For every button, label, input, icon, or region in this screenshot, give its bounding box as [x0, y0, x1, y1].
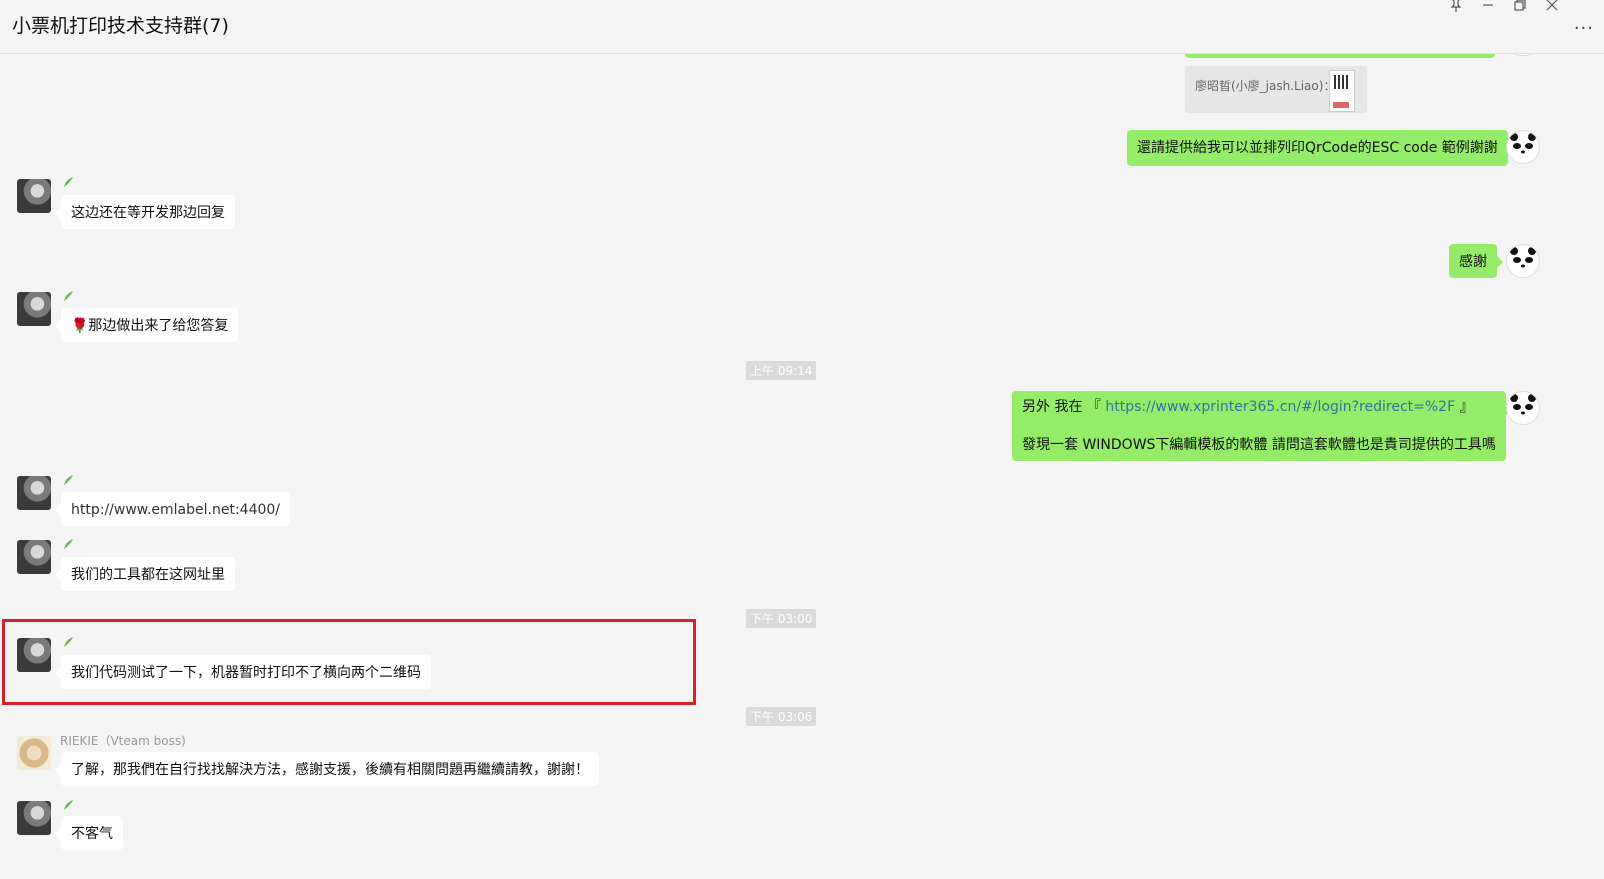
message-bubble[interactable]: 这边还在等开发那边回复	[55, 195, 235, 229]
message-line-2: 發現一套 WINDOWS下編輯模板的軟體 請問這套軟體也是貴司提供的工具嗎	[1022, 437, 1496, 453]
panda-icon	[1510, 247, 1536, 268]
leaf-icon	[62, 799, 74, 814]
chat-title: 小票机打印技术支持群(7)	[12, 15, 229, 37]
user-avatar[interactable]	[17, 179, 51, 213]
close-icon[interactable]	[1540, 0, 1564, 16]
message-text: 了解，那我們在自行找找解決方法，感謝支援，後續有相關問題再繼續請教，謝謝！	[71, 762, 589, 778]
timestamp: 下午 03:00	[746, 609, 817, 628]
highlight-box	[2, 619, 696, 705]
user-avatar[interactable]	[17, 540, 51, 574]
message-bubble[interactable]: 我们的工具都在这网址里	[55, 557, 235, 591]
qr-pattern-icon	[1334, 75, 1348, 89]
leaf-icon	[62, 538, 74, 553]
quoted-message[interactable]: 廖昭晢(小廖_jash.Liao)：	[1185, 66, 1367, 113]
message-list[interactable]: 廖昭晢(小廖_jash.Liao)： 還請提供給我可以並排列印QrCode的ES…	[0, 54, 1604, 879]
message-text: 另外 我在 『	[1022, 399, 1106, 415]
message-text: 還請提供給我可以並排列印QrCode的ESC code 範例謝謝	[1137, 140, 1498, 156]
message-bubble-mine[interactable]: 還請提供給我可以並排列印QrCode的ESC code 範例謝謝	[1127, 130, 1514, 166]
riekie-avatar[interactable]	[17, 736, 51, 770]
quote-text: 廖昭晢(小廖_jash.Liao)：	[1195, 79, 1336, 93]
pin-icon[interactable]	[1444, 0, 1468, 16]
minimize-icon[interactable]	[1476, 0, 1500, 16]
message-link[interactable]: https://www.xprinter365.cn/#/login?redir…	[1105, 399, 1455, 415]
panda-icon	[1510, 394, 1536, 415]
message-text: 这边还在等开发那边回复	[71, 205, 225, 221]
message-text: 🌹那边做出来了给您答复	[71, 318, 229, 334]
message-bubble-mine[interactable]: 感謝	[1449, 244, 1503, 278]
title-bar: 小票机打印技术支持群(7) ···	[0, 0, 1604, 54]
timestamp: 下午 03:06	[746, 707, 817, 726]
more-options-button[interactable]: ···	[1574, 18, 1594, 39]
my-avatar[interactable]	[1506, 130, 1540, 164]
leaf-icon	[62, 474, 74, 489]
qr-code-thumbnail[interactable]	[1329, 70, 1355, 112]
panda-icon	[1510, 133, 1536, 154]
user-avatar[interactable]	[17, 476, 51, 510]
message-link[interactable]: http://www.emlabel.net:4400/	[71, 502, 280, 518]
partial-message-bubble	[1185, 54, 1495, 58]
user-avatar[interactable]	[17, 801, 51, 835]
message-bubble[interactable]: 不客气	[55, 816, 123, 850]
leaf-icon	[62, 176, 74, 191]
leaf-icon	[62, 290, 74, 305]
message-text: 感謝	[1459, 254, 1487, 270]
user-avatar[interactable]	[17, 292, 51, 326]
restore-icon[interactable]	[1508, 0, 1532, 16]
sender-name: RIEKIE（Vteam boss)	[60, 734, 186, 748]
message-text: 不客气	[71, 826, 113, 842]
message-bubble[interactable]: http://www.emlabel.net:4400/	[54, 492, 291, 526]
message-bubble[interactable]: 🌹那边做出来了给您答复	[54, 308, 239, 342]
partial-avatar	[1506, 54, 1540, 56]
timestamp: 上午 09:14	[746, 361, 817, 380]
my-avatar[interactable]	[1506, 391, 1540, 425]
message-text: 我们的工具都在这网址里	[71, 567, 225, 583]
message-line-1: 另外 我在 『 https://www.xprinter365.cn/#/log…	[1022, 397, 1496, 417]
message-text: 』	[1455, 399, 1474, 415]
message-bubble-mine[interactable]: 另外 我在 『 https://www.xprinter365.cn/#/log…	[1012, 391, 1512, 461]
my-avatar[interactable]	[1506, 244, 1540, 278]
message-bubble[interactable]: 了解，那我們在自行找找解決方法，感謝支援，後續有相關問題再繼續請教，謝謝！	[55, 752, 599, 786]
thumbnail-label	[1333, 102, 1349, 108]
